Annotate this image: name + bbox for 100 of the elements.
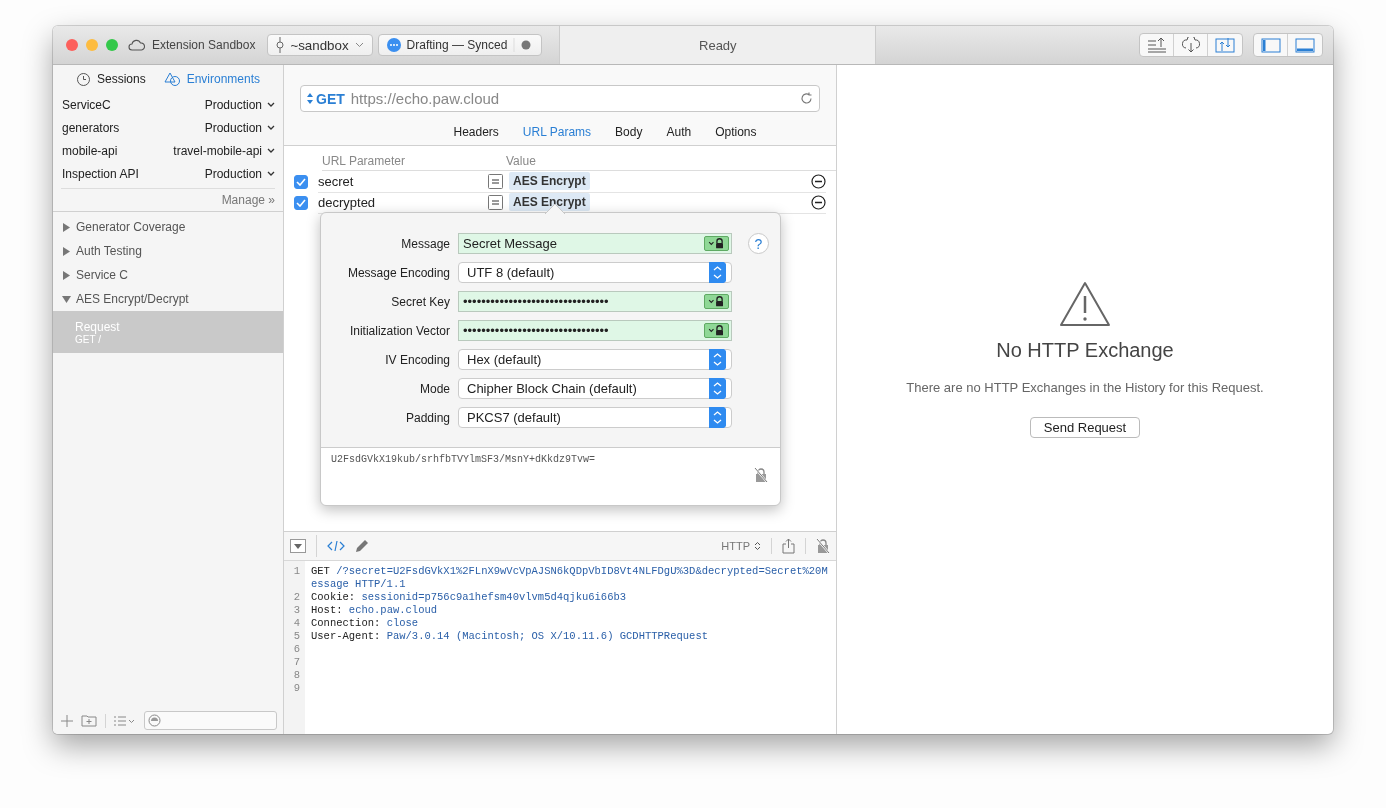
lock-icon[interactable]	[704, 323, 729, 338]
clock-icon	[75, 71, 91, 87]
add-icon[interactable]	[61, 714, 73, 727]
search-field[interactable]	[144, 711, 277, 730]
environment-dropdown[interactable]: travel-mobile-api	[173, 143, 275, 158]
disclosure-icon[interactable]	[62, 246, 71, 256]
parameter-name[interactable]: decrypted	[318, 194, 488, 210]
line-number: 2	[292, 591, 301, 604]
equals-icon	[488, 173, 503, 189]
environment-name: generators	[62, 120, 120, 135]
environment-name: ServiceC	[62, 97, 111, 112]
request-tab[interactable]: Auth	[654, 125, 704, 139]
field-label: Secret Key	[390, 294, 450, 309]
chevron-icon	[267, 102, 275, 107]
parameter-name[interactable]: secret	[318, 173, 488, 189]
unlock-icon[interactable]	[754, 467, 768, 483]
line-number: 6	[292, 643, 301, 656]
select-field[interactable]: Chipher Block Chain (default)	[458, 378, 732, 399]
code-icon[interactable]	[327, 540, 345, 552]
chevron-icon	[267, 148, 275, 153]
line-number: 4	[292, 617, 301, 630]
tree-item[interactable]: Service C	[53, 263, 283, 287]
checkbox[interactable]	[294, 174, 308, 189]
text-field[interactable]: ••••••••••••••••••••••••••••••••	[458, 291, 732, 312]
code-line: Host: echo.paw.cloud	[310, 604, 438, 617]
remove-icon[interactable]	[811, 173, 826, 189]
collapse-icon[interactable]	[290, 539, 306, 553]
field-label: Padding	[404, 410, 450, 425]
environment-name: mobile-api	[62, 143, 118, 158]
output-value: U2FsdGVkX19kub/srhfbTVYlmSF3/MsnY+dKkdz9Tvw=	[331, 454, 596, 465]
help-button[interactable]: ?	[748, 233, 769, 254]
field-label: Mode	[418, 381, 450, 396]
text-field[interactable]: Secret Message	[458, 233, 732, 254]
request-tab[interactable]: Headers	[441, 125, 511, 139]
disclosure-icon[interactable]	[62, 222, 71, 232]
line-number: 1	[292, 565, 301, 579]
sidebar-tab[interactable]: Sessions	[75, 71, 146, 87]
chevron-icon	[267, 171, 275, 176]
tree-item[interactable]: Auth Testing	[53, 239, 283, 263]
method-selector[interactable]: GET	[307, 90, 345, 107]
url-field[interactable]: GET https://echo.paw.cloud	[300, 85, 820, 112]
branch-dropdown[interactable]: ~sandbox	[267, 34, 373, 56]
reload-icon[interactable]	[800, 92, 813, 105]
environment-dropdown[interactable]: Production	[204, 120, 275, 135]
status-text: Drafting — Synced	[406, 38, 508, 52]
line-number: 3	[292, 604, 301, 617]
select-field[interactable]: Hex (default)	[458, 349, 732, 370]
lock-icon[interactable]	[704, 236, 729, 251]
environment-dropdown[interactable]: Production	[204, 97, 275, 112]
field-label: Initialization Vector	[348, 323, 450, 338]
share-icon[interactable]	[782, 538, 795, 554]
code-line: Cookie: sessionid=p756c9a1hefsm40vlvm5d4qjku6i66b3	[310, 591, 627, 604]
dynamic-value-token[interactable]: AES Encrypt	[509, 172, 590, 190]
empty-state-message: There are no HTTP Exchanges in the History for this Request.	[906, 380, 1264, 395]
disclosure-icon[interactable]	[62, 294, 71, 304]
format-selector[interactable]: HTTP	[721, 540, 761, 552]
line-number: 8	[292, 669, 301, 682]
chevron-icon	[267, 125, 275, 130]
line-number: 9	[292, 682, 301, 695]
request-tab[interactable]: URL Params	[510, 125, 604, 139]
line-number: 5	[292, 630, 301, 643]
filter-icon	[148, 714, 161, 727]
field-label: Message	[400, 236, 450, 251]
remove-icon[interactable]	[811, 194, 826, 210]
request-tab[interactable]: Options	[703, 125, 769, 139]
tree-item[interactable]: Generator Coverage	[53, 215, 283, 239]
chevron-icon	[354, 42, 364, 48]
select-field[interactable]: PKCS7 (default)	[458, 407, 732, 428]
send-request-button[interactable]: Send Request	[1029, 417, 1141, 438]
close-icon[interactable]	[66, 39, 78, 51]
checkbox[interactable]	[294, 195, 308, 210]
field-label: Message Encoding	[346, 265, 450, 280]
field-label: IV Encoding	[384, 352, 450, 367]
cloud-icon	[128, 39, 146, 51]
disclosure-icon[interactable]	[62, 270, 71, 280]
unlock-icon[interactable]	[816, 538, 830, 554]
activity-status: Ready	[699, 37, 737, 53]
stepper-icon	[307, 93, 313, 104]
tree-item[interactable]: AES Encrypt/Decrypt	[53, 287, 283, 311]
stepper-icon	[754, 541, 761, 551]
warning-icon	[1059, 281, 1111, 327]
code-line: Connection: close	[310, 617, 419, 630]
environment-dropdown[interactable]: Production	[204, 166, 275, 181]
code-line: User-Agent: Paw/3.0.14 (Macintosh; OS X/10.11.6) GCDHTTPRequest	[310, 630, 708, 643]
text-field[interactable]: ••••••••••••••••••••••••••••••••	[458, 320, 732, 341]
environment-icon	[163, 71, 181, 87]
environment-name: Inspection API	[62, 166, 139, 181]
dynamic-value-token[interactable]: AES Encrypt	[509, 193, 590, 211]
add-folder-icon[interactable]	[81, 714, 97, 727]
branch-icon	[276, 37, 285, 53]
pencil-icon[interactable]	[355, 539, 369, 553]
manage-link[interactable]: Manage »	[221, 193, 275, 207]
lock-icon[interactable]	[704, 294, 729, 309]
status-icon	[386, 38, 401, 52]
select-field[interactable]: UTF 8 (default)	[458, 262, 732, 283]
column-header: URL Parameter	[322, 154, 406, 168]
sidebar-tab[interactable]: Environments	[163, 71, 261, 87]
column-header: Value	[506, 154, 536, 168]
empty-state-title: No HTTP Exchange	[996, 339, 1174, 362]
request-tab[interactable]: Body	[603, 125, 655, 139]
